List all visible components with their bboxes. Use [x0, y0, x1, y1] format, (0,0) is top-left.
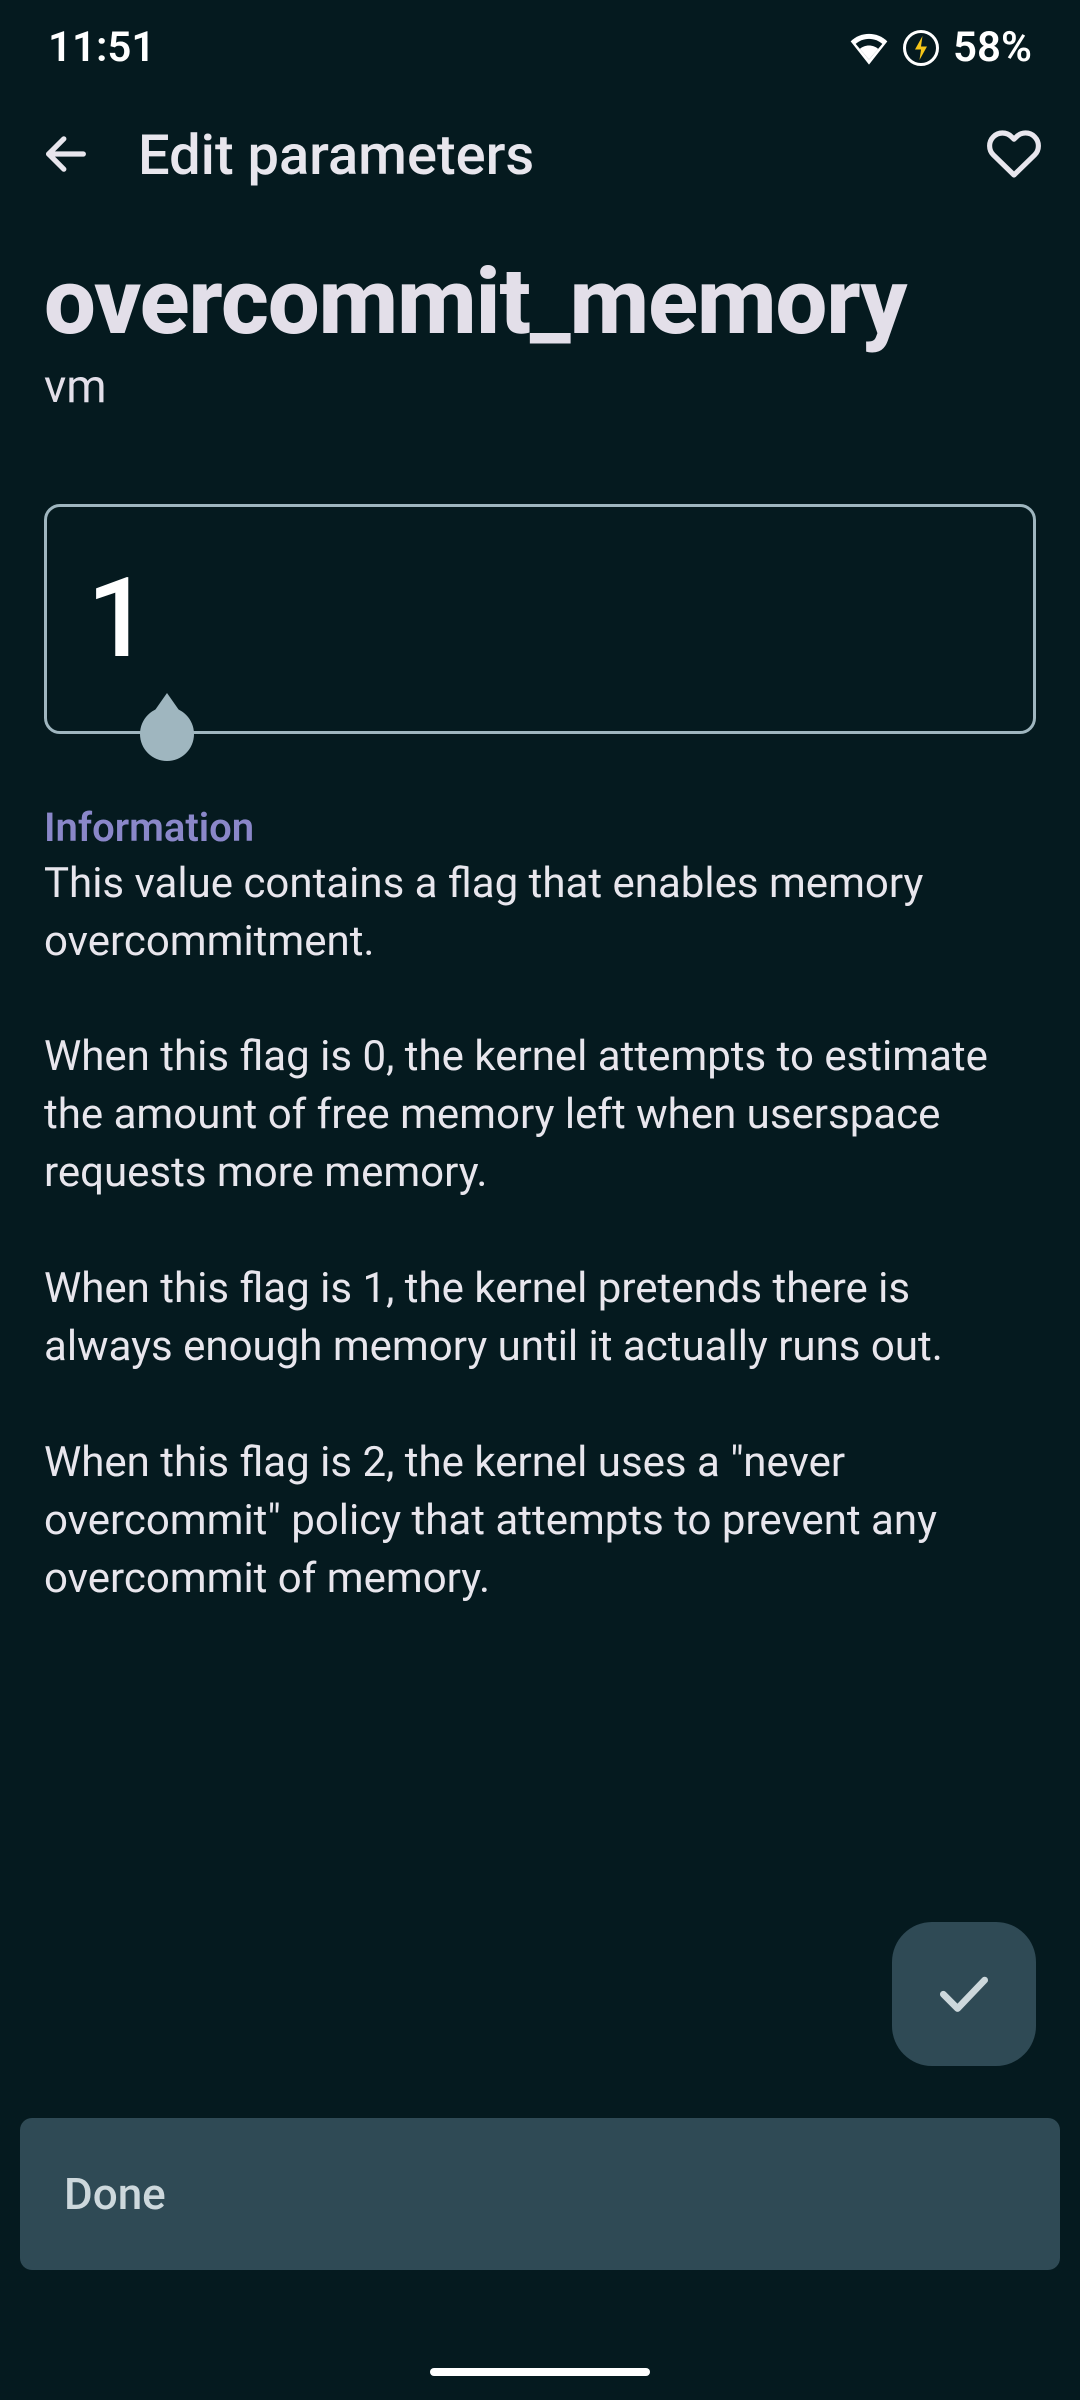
done-label: Done [64, 2168, 166, 2220]
page-title: Edit parameters [138, 122, 942, 188]
status-time: 11:51 [48, 23, 155, 72]
battery-percentage: 58% [953, 23, 1032, 72]
parameter-name: overcommit_memory [44, 255, 1036, 352]
value-text: 1 [87, 554, 150, 683]
status-bar: 11:51 58% [0, 0, 1080, 95]
content: overcommit_memory vm 1 Information This … [0, 215, 1080, 1608]
information-heading: Information [44, 804, 1036, 851]
check-icon [933, 1962, 995, 2027]
navigation-handle[interactable] [430, 2368, 650, 2376]
arrow-left-icon [40, 128, 92, 183]
text-cursor-handle[interactable] [140, 707, 194, 761]
wifi-icon [849, 31, 889, 65]
status-right: 58% [849, 23, 1032, 72]
done-button[interactable]: Done [20, 2118, 1060, 2270]
parameter-category: vm [44, 360, 1036, 414]
value-input[interactable]: 1 [44, 504, 1036, 734]
back-button[interactable] [36, 125, 96, 185]
apply-button[interactable] [892, 1922, 1036, 2066]
favorite-button[interactable] [984, 125, 1044, 185]
heart-icon [986, 126, 1042, 185]
battery-saver-icon [903, 30, 939, 66]
information-body: This value contains a flag that enables … [44, 855, 1036, 1608]
app-bar: Edit parameters [0, 95, 1080, 215]
